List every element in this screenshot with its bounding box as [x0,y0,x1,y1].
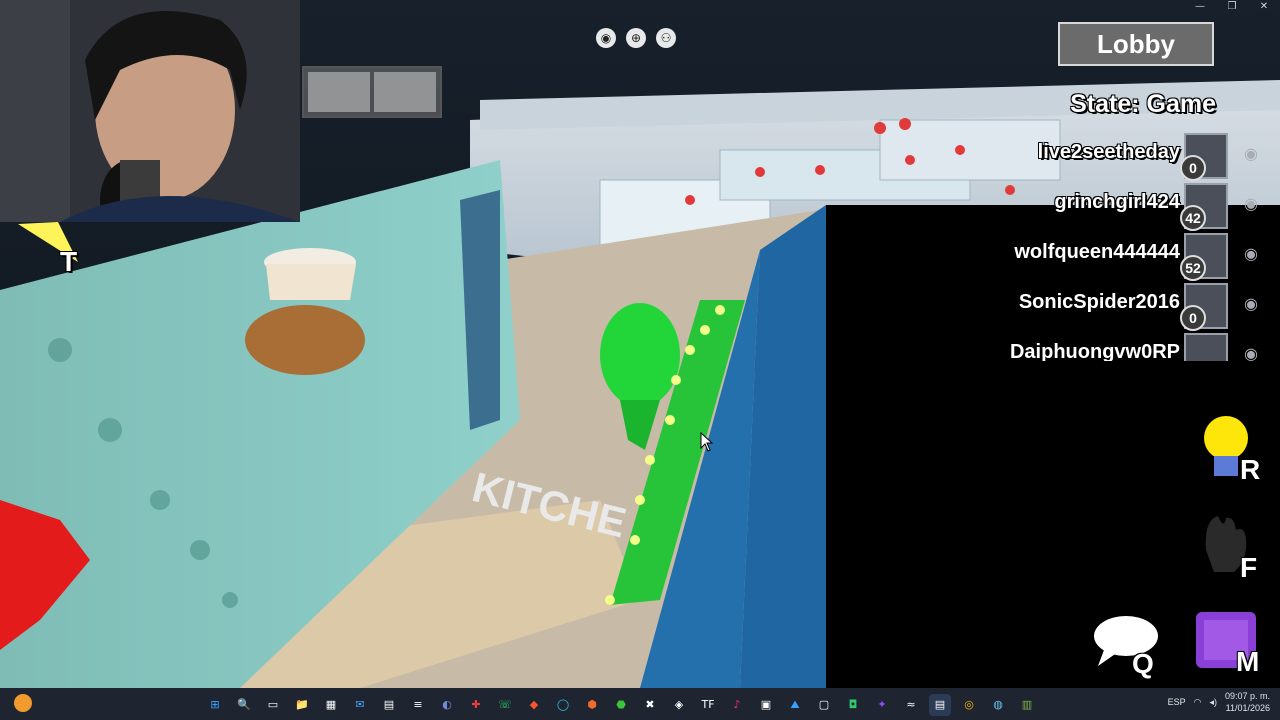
taskbar-apps: ⊞ 🔍 ▭ 📁 ▦ ✉ ▤ ≡ ◐ ✚ ☏ ◆ ◯ ⬢ ⬣ ✖ ◈ TF ♪ ▣… [204,694,1038,716]
player-row[interactable]: grinchgirl424 42 ◉ [970,183,1270,233]
player-name: SonicSpider2016 [1018,291,1180,313]
top-center-icons: ◉ ⊕ ⚇ [596,28,676,48]
flag-icon [18,222,78,262]
game-state-label: State: Game [1070,90,1216,118]
eye-icon[interactable]: ◉ [1240,343,1262,361]
lobby-button[interactable]: Lobby [1058,22,1214,66]
roblox-icon[interactable]: ▤ [929,694,951,716]
m-key-label: M [1236,646,1260,677]
player-row[interactable]: live2seetheday 0 ◉ [970,133,1270,183]
eye-icon[interactable]: ◉ [1240,143,1262,165]
volume-icon[interactable]: ◂) [1209,697,1217,708]
clock-time: 09:07 p. m. [1224,691,1270,701]
tiktok-icon[interactable]: ♪ [726,694,748,716]
app-icon[interactable]: ≡ [407,694,429,716]
steam-icon[interactable]: ◍ [987,694,1009,716]
f-key-label: F [1240,552,1258,583]
whatsapp-icon[interactable]: ☏ [494,694,516,716]
store-icon[interactable]: ▦ [320,694,342,716]
task-view-icon[interactable]: ▭ [262,694,284,716]
f-key-hint[interactable]: F [1196,510,1270,590]
t-key-hint[interactable]: T [18,222,98,292]
clock-date: 11/01/2026 [1225,703,1270,713]
app-icon[interactable]: ◎ [958,694,980,716]
app-icon[interactable]: ◘ [842,694,864,716]
player-score: 0 [1180,155,1206,181]
brave-icon[interactable]: ◆ [523,694,545,716]
xbox-icon[interactable]: ⬣ [610,694,632,716]
maximize-button[interactable]: ❐ [1216,0,1248,14]
player-name: wolfqueen444444 [1014,241,1180,263]
player-score: 0 [1180,305,1206,331]
inventory-slots [302,66,442,118]
q-key-hint[interactable]: Q [1090,614,1170,686]
discord-icon[interactable]: ◐ [436,694,458,716]
system-tray: ESP ◠ ◂) 09:07 p. m. 11/01/2026 [1168,690,1270,714]
t-key-label: T [60,246,78,277]
app-icon[interactable]: ⛰ [784,694,806,716]
minimize-button[interactable]: — [1184,0,1216,14]
tray-language[interactable]: ESP [1168,697,1186,707]
r-key-label: R [1240,454,1261,485]
player-list: live2seetheday 0 ◉ grinchgirl424 42 ◉ wo… [970,133,1270,361]
players-icon[interactable]: ⚇ [656,28,676,48]
app-icon[interactable]: ▣ [755,694,777,716]
windows-taskbar: ⊞ 🔍 ▭ 📁 ▦ ✉ ▤ ≡ ◐ ✚ ☏ ◆ ◯ ⬢ ⬣ ✖ ◈ TF ♪ ▣… [0,688,1280,720]
mail-icon[interactable]: ✉ [349,694,371,716]
player-row[interactable]: Daiphuongvw0RP ◉ [970,333,1270,361]
player-name: grinchgirl424 [1054,191,1180,213]
eye-icon[interactable]: ◉ [1240,193,1262,215]
app-icon[interactable]: ◈ [668,694,690,716]
eye-icon[interactable]: ◉ [1240,243,1262,265]
app-icon[interactable]: TF [697,694,719,716]
q-key-label: Q [1132,648,1154,679]
app-icon[interactable]: ≈ [900,694,922,716]
player-row[interactable]: SonicSpider2016 0 ◉ [970,283,1270,333]
edge-icon[interactable]: ◯ [552,694,574,716]
inventory-slot[interactable] [374,72,436,112]
player-row[interactable]: wolfqueen444444 52 ◉ [970,233,1270,283]
wifi-icon[interactable]: ◠ [1194,697,1202,708]
clock[interactable]: 09:07 p. m. 11/01/2026 [1225,690,1270,714]
player-score: 42 [1180,205,1206,231]
eye-icon[interactable]: ◉ [1240,293,1262,315]
inventory-slot[interactable] [308,72,370,112]
player-avatar [1184,333,1228,361]
player-score: 52 [1180,255,1206,281]
webcam-overlay [0,0,300,222]
app-icon[interactable]: ✚ [465,694,487,716]
menu-icon[interactable]: ◉ [596,28,616,48]
minecraft-icon[interactable]: ▥ [1016,694,1038,716]
globe-icon[interactable]: ⊕ [626,28,646,48]
webcam-person-image [0,0,300,222]
player-name: live2seetheday [1037,141,1180,163]
weather-icon[interactable] [14,694,32,712]
app-icon[interactable]: ▤ [378,694,400,716]
r-key-hint[interactable]: R [1198,414,1270,494]
app-icon[interactable]: ▢ [813,694,835,716]
window-controls: — ❐ ✕ [1184,0,1280,14]
app-icon[interactable]: ⬢ [581,694,603,716]
app-icon[interactable]: ✖ [639,694,661,716]
search-icon[interactable]: 🔍 [233,694,255,716]
close-button[interactable]: ✕ [1248,0,1280,14]
file-explorer-icon[interactable]: 📁 [291,694,313,716]
twitch-icon[interactable]: ✦ [871,694,893,716]
m-key-hint[interactable]: M [1190,608,1274,686]
start-icon[interactable]: ⊞ [204,694,226,716]
mouse-cursor-icon [700,432,714,452]
player-name: Daiphuongvw0RP [1009,341,1180,361]
